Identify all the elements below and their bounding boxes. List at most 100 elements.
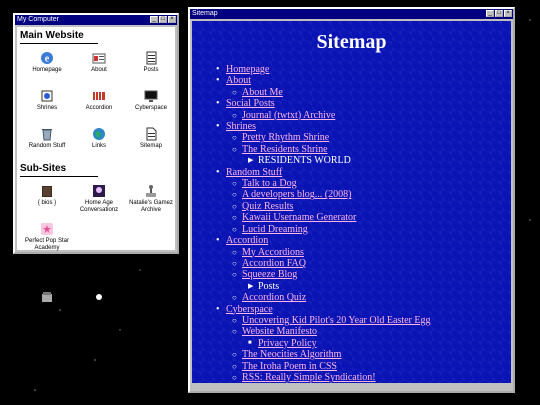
- nav-item: A developers blog... (2008): [226, 189, 511, 201]
- nav-link[interactable]: Accordion FAQ: [242, 258, 306, 269]
- desktop-shortcut[interactable]: Home Age Conversationz: [75, 181, 123, 219]
- nav-link[interactable]: Shrines: [226, 121, 256, 132]
- nav-item: Kawaii Username Generator: [226, 212, 511, 224]
- nav-link[interactable]: Talk to a Dog: [242, 178, 297, 189]
- nav-item: Talk to a Dog: [226, 178, 511, 190]
- nav-link[interactable]: Cyberspace: [226, 304, 273, 315]
- ie-icon: e: [40, 51, 54, 65]
- nav-link[interactable]: Privacy Policy: [258, 338, 317, 349]
- shrine-icon: [40, 89, 54, 103]
- shortcut-label: Shrines: [36, 105, 58, 111]
- desktop-shortcut[interactable]: About: [75, 48, 123, 86]
- id-card-icon: [92, 51, 106, 65]
- desktop-shortcut[interactable]: Posts: [127, 48, 175, 86]
- nav-link[interactable]: The Residents Shrine: [242, 144, 328, 155]
- maximize-button[interactable]: □: [159, 16, 167, 23]
- desktop-shortcut[interactable]: Accordion: [75, 86, 123, 124]
- nav-link[interactable]: The Iroha Poem in CSS: [242, 361, 337, 372]
- nav-item: CyberspaceUncovering Kid Pilot's 20 Year…: [192, 304, 511, 383]
- nav-link[interactable]: Squeeze Blog: [242, 269, 297, 280]
- itchio-icon: [40, 290, 54, 304]
- page-title: Sitemap: [316, 31, 387, 53]
- icon-grid: Itch.io Github: [17, 283, 175, 325]
- shortcut-label: Posts: [143, 67, 159, 73]
- nav-link[interactable]: About Me: [242, 87, 283, 98]
- nav-link[interactable]: Kawaii Username Generator: [242, 212, 356, 223]
- nav-link[interactable]: Quiz Results: [242, 201, 293, 212]
- shortcut-label: Home Age Conversationz: [79, 200, 119, 213]
- nav-link[interactable]: Journal (twtxt) Archive: [242, 110, 335, 121]
- shortcut-label: Natalie's Gamez Archive: [129, 200, 173, 213]
- sitemap-titlebar[interactable]: Sitemap _ □ ×: [190, 9, 513, 19]
- nav-item: Squeeze BlogPosts: [226, 269, 511, 292]
- nav-item: Accordion FAQ: [226, 258, 511, 270]
- desktop-shortcut[interactable]: Itch.io: [23, 287, 71, 325]
- nav-link[interactable]: A developers blog... (2008): [242, 189, 351, 200]
- minimize-button[interactable]: _: [150, 16, 158, 23]
- star-icon: [40, 222, 54, 236]
- section-title: Sub-Sites: [20, 163, 98, 177]
- nav-link[interactable]: Lucid Dreaming: [242, 224, 308, 235]
- status-bar: [192, 384, 511, 390]
- shortcut-label: Sitemap: [139, 143, 162, 149]
- nav-item: The Residents ShrineRESIDENTS WORLD: [226, 144, 511, 167]
- nav-item: RSS: Really Simple Syndication!: [226, 372, 511, 383]
- close-button[interactable]: ×: [504, 10, 512, 17]
- desktop-shortcut[interactable]: Sitemap: [127, 124, 175, 162]
- desktop-shortcut[interactable]: Random Stuff: [23, 124, 71, 162]
- shortcut-label: { bios }: [37, 200, 57, 206]
- window-title: Sitemap: [192, 10, 218, 17]
- shortcut-label: Itch.io: [38, 306, 55, 312]
- desktop-shortcut[interactable]: Links: [75, 124, 123, 162]
- joystick-icon: [144, 184, 158, 198]
- nav-link[interactable]: RSS: Really Simple Syndication!: [242, 372, 376, 383]
- nav-item: Website ManifestoPrivacy Policy: [226, 326, 511, 349]
- nav-item: ShrinesPretty Rhythm ShrineThe Residents…: [192, 121, 511, 167]
- nav-item: AccordionMy AccordionsAccordion FAQSquee…: [192, 235, 511, 304]
- nav-label: RESIDENTS WORLD: [258, 155, 351, 167]
- desktop-shortcut[interactable]: { bios }: [23, 181, 71, 219]
- nav-item: Accordion Quiz: [226, 292, 511, 304]
- icon-grid: { bios } Home Age Conversationz Natalie's …: [17, 177, 175, 257]
- desktop-shortcut[interactable]: Shrines: [23, 86, 71, 124]
- nav-link[interactable]: About: [226, 75, 251, 86]
- nav-link[interactable]: Accordion Quiz: [242, 292, 306, 303]
- nav-item: The Neocities Algorithm: [226, 349, 511, 361]
- desktop-shortcut[interactable]: Natalie's Gamez Archive: [127, 181, 175, 219]
- svg-text:e: e: [45, 54, 50, 65]
- document-icon: [144, 127, 158, 141]
- nav-link[interactable]: Pretty Rhythm Shrine: [242, 132, 329, 143]
- nav-link[interactable]: Accordion: [226, 235, 268, 246]
- section-title: Find Me Elsewhere: [20, 258, 98, 283]
- nav-link[interactable]: Random Stuff: [226, 167, 282, 178]
- github-icon: [92, 290, 106, 304]
- nav-item: The Iroha Poem in CSS: [226, 361, 511, 373]
- nav-link[interactable]: Social Posts: [226, 98, 275, 109]
- minimize-button[interactable]: _: [486, 10, 494, 17]
- maximize-button[interactable]: □: [495, 10, 503, 17]
- nav-item: Social PostsJournal (twtxt) Archive: [192, 98, 511, 121]
- nav-link[interactable]: Website Manifesto: [242, 326, 317, 337]
- shortcut-label: Links: [91, 143, 106, 149]
- desktop-shortcut[interactable]: Cyberspace: [127, 86, 175, 124]
- nav-item: RESIDENTS WORLD: [242, 155, 511, 167]
- nav-item: My Accordions: [226, 247, 511, 259]
- globe-icon: [92, 127, 106, 141]
- nav-item: Posts: [242, 280, 511, 293]
- nav-link[interactable]: Homepage: [226, 64, 269, 75]
- close-button[interactable]: ×: [168, 16, 176, 23]
- nav-label: Posts: [258, 280, 280, 292]
- my-computer-titlebar[interactable]: My Computer _ □ ×: [15, 15, 177, 25]
- sitemap-window: Sitemap _ □ × Sitemap HomepageAboutAbout…: [188, 7, 515, 393]
- shortcut-label: Homepage: [32, 67, 62, 73]
- nav-link[interactable]: My Accordions: [242, 247, 304, 258]
- nav-item: Homepage: [192, 64, 511, 76]
- nav-link[interactable]: The Neocities Algorithm: [242, 349, 341, 360]
- shortcut-label: Accordion: [85, 105, 113, 111]
- icon-grid: e Homepage About Posts Shrines Accordion Cyber…: [17, 44, 175, 162]
- desktop-shortcut[interactable]: e Homepage: [23, 48, 71, 86]
- nav-link[interactable]: Uncovering Kid Pilot's 20 Year Old Easte…: [242, 315, 430, 326]
- home-icon: [92, 184, 106, 198]
- desktop-shortcut[interactable]: Perfect Pop Star Academy: [23, 219, 71, 257]
- desktop-shortcut[interactable]: Github: [75, 287, 123, 325]
